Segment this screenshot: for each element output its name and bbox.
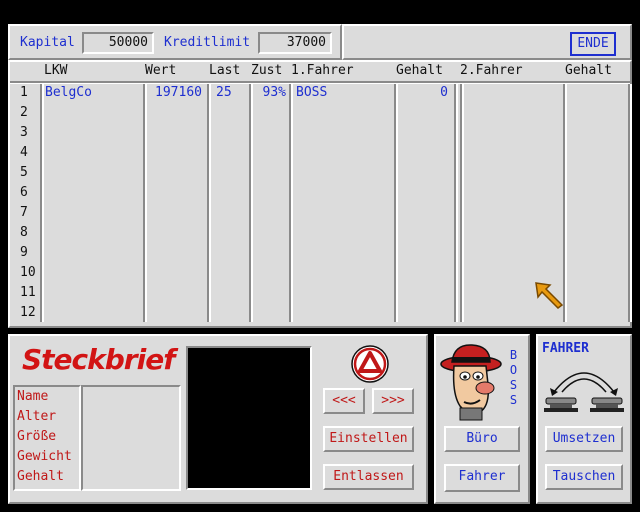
row-number: 12 — [20, 305, 36, 320]
steckbrief-values — [81, 385, 181, 491]
fahrer-panel-title: FAHRER — [542, 341, 589, 356]
row-number: 8 — [20, 225, 28, 240]
einstellen-button[interactable]: Einstellen — [323, 426, 414, 452]
cursor-arrow-icon — [535, 282, 564, 309]
row-number: 11 — [20, 285, 36, 300]
col-divider — [289, 84, 293, 322]
col-divider — [207, 84, 211, 322]
header-gehalt1: Gehalt — [396, 63, 443, 78]
prev-driver-button[interactable]: <<< — [323, 388, 365, 414]
row-number: 9 — [20, 245, 28, 260]
entlassen-button[interactable]: Entlassen — [323, 464, 414, 490]
col-divider — [454, 84, 458, 322]
kreditlimit-label: Kreditlimit — [164, 35, 251, 50]
table-row[interactable]: BelgCo 197160 25 93% BOSS 0 — [42, 85, 628, 103]
row-number: 2 — [20, 105, 28, 120]
col-divider — [460, 84, 464, 322]
field-name-label: Name — [17, 389, 49, 404]
header-zust: Zust — [251, 63, 283, 78]
row-number: 5 — [20, 165, 28, 180]
cell-wert: 197160 — [155, 85, 202, 100]
cell-zust: 93% — [262, 85, 286, 100]
field-alter-label: Alter — [17, 409, 57, 424]
field-gewicht-label: Gewicht — [17, 449, 72, 464]
header-fahrer1: 1.Fahrer — [291, 63, 354, 78]
row-number: 4 — [20, 145, 28, 160]
table-header-divider — [10, 81, 630, 84]
umsetzen-button[interactable]: Umsetzen — [545, 426, 623, 452]
steckbrief-title: Steckbrief — [22, 343, 175, 376]
col-divider — [394, 84, 398, 322]
kapital-label: Kapital — [20, 35, 75, 50]
col-divider — [249, 84, 253, 322]
col-divider — [143, 84, 147, 322]
col-divider — [628, 84, 632, 322]
hazard-triangle-icon — [351, 345, 389, 383]
header-gehalt2: Gehalt — [565, 63, 612, 78]
row-number: 10 — [20, 265, 36, 280]
fahrer-button[interactable]: Fahrer — [444, 464, 520, 492]
cell-fahrer1: BOSS — [296, 85, 328, 100]
header-last: Last — [209, 63, 241, 78]
tauschen-button[interactable]: Tauschen — [545, 464, 623, 490]
boss-label-text: BOSS — [506, 348, 521, 408]
cell-lkw: BelgCo — [45, 85, 92, 100]
row-number: 7 — [20, 205, 28, 220]
buero-button[interactable]: Büro — [444, 426, 520, 452]
row-number: 1 — [20, 85, 28, 100]
header-lkw: LKW — [44, 63, 68, 78]
ende-button[interactable]: ENDE — [570, 32, 616, 56]
cell-last: 25 — [216, 85, 232, 100]
field-gehalt-label: Gehalt — [17, 469, 64, 484]
kreditlimit-value: 37000 — [258, 32, 332, 54]
driver-photo — [186, 346, 312, 490]
boss-vertical-label: BOSS — [506, 348, 521, 411]
row-number: 6 — [20, 185, 28, 200]
row-number: 3 — [20, 125, 28, 140]
header-fahrer2: 2.Fahrer — [460, 63, 523, 78]
field-groesse-label: Größe — [17, 429, 57, 444]
kapital-value: 50000 — [82, 32, 154, 54]
swap-drivers-icon — [544, 372, 624, 412]
cell-gehalt1: 0 — [440, 85, 448, 100]
header-wert: Wert — [145, 63, 177, 78]
boss-face-icon — [440, 344, 502, 421]
next-driver-button[interactable]: >>> — [372, 388, 414, 414]
